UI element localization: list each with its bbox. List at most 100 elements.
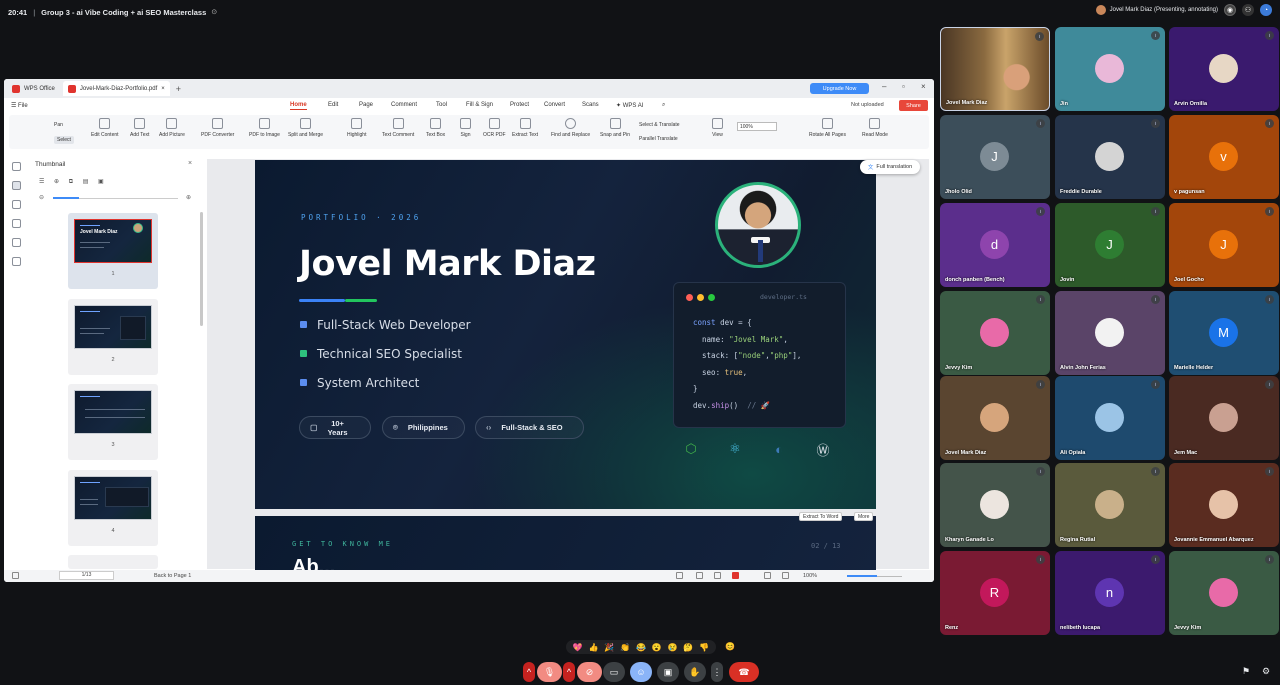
settings-icon[interactable] [12,257,21,266]
participant-tile[interactable]: R ≀ Renz [940,551,1050,635]
zoom-select[interactable]: 100% [737,122,777,131]
extract-text-button[interactable]: Extract Text [512,118,538,138]
new-tab-icon[interactable]: + [176,84,181,94]
continuous-icon[interactable] [732,572,739,579]
pdf-converter-button[interactable]: PDF Converter [201,118,234,138]
read-mode-button[interactable]: Read Mode [862,118,888,138]
participant-tile[interactable]: d ≀ donch panben (Bench) [940,203,1050,287]
sidebar-toggle-icon[interactable] [12,572,19,579]
edit-content-button[interactable]: Edit Content [91,118,119,138]
select-translate-button[interactable]: Select & Translate [639,122,680,128]
participant-tile[interactable]: ≀ Kharyn Ganade Lo [940,463,1050,547]
thumbnail-scrollbar[interactable] [200,212,203,326]
extract-to-word-button[interactable]: Extract To Word [799,512,843,521]
sign-button[interactable]: Sign [460,118,471,138]
attachment-icon[interactable] [12,219,21,228]
menu-home[interactable]: Home [290,102,307,110]
activities-icon[interactable]: ⚑ [1242,666,1250,677]
snap-pin-button[interactable]: Snap and Pin [600,118,630,138]
reaction-emoji[interactable]: 🤔 [683,643,693,652]
participant-tile[interactable]: ≀ Ali Opiala [1055,376,1165,460]
share-button[interactable]: Share [899,100,928,111]
crop-icon[interactable] [782,572,789,579]
participant-tile[interactable]: M ≀ Marielle Helder [1169,291,1279,375]
camera-options-icon[interactable]: ^ [563,662,575,682]
pan-tool[interactable]: Pan [54,122,63,128]
info-icon[interactable]: ⊙ [211,8,217,16]
participant-tile[interactable]: ≀ Jevvy Kim [940,291,1050,375]
thumbnail-page-1[interactable]: Jovel Mark Diaz 1 [68,213,158,289]
thumbnail-icon[interactable] [12,181,21,190]
back-to-page-link[interactable]: Back to Page 1 [154,573,191,579]
menu-tool[interactable]: Tool [436,102,447,108]
participant-tile[interactable]: ≀ Jovel Mark Diaz [940,27,1050,111]
captions-icon[interactable]: ▭ [603,662,625,682]
menu-convert[interactable]: Convert [544,102,565,108]
pdf-to-image-button[interactable]: PDF to Image [249,118,280,138]
participant-tile[interactable]: ≀ Alvin John Ferias [1055,291,1165,375]
close-panel-icon[interactable]: × [188,160,192,167]
participant-tile[interactable]: n ≀ nelibeth lucapa [1055,551,1165,635]
emoji-reaction-extra[interactable]: 😊 [725,642,735,651]
host-controls-icon[interactable]: ⚙ [1262,666,1270,677]
thumbnail-page-3[interactable]: 3 [68,384,158,460]
search-icon[interactable]: ⌕ [662,102,665,109]
two-page-icon[interactable] [714,572,721,579]
presenter-chip[interactable]: Jovel Mark Diaz (Presenting, annotating) [1095,5,1218,15]
zoom-in-icon[interactable]: ⊕ [186,194,191,201]
mic-options-icon[interactable]: ^ [523,662,535,682]
participant-tile[interactable]: ≀ Jovel Mark Diaz [940,376,1050,460]
menu-page[interactable]: Page [359,102,373,108]
rotate-all-button[interactable]: Rotate All Pages [809,118,846,138]
file-menu[interactable]: ☰ File [11,102,28,109]
menu-fill-sign[interactable]: Fill & Sign [466,102,493,108]
view-button[interactable]: View [712,118,723,138]
record-icon[interactable]: ◉ [1224,4,1236,16]
close-window-icon[interactable]: × [921,82,926,91]
participant-tile[interactable]: ≀ Freddie Durable [1055,115,1165,199]
full-translation-button[interactable]: 文 Full translation [860,160,920,174]
tab-close-icon[interactable]: × [161,86,165,92]
bookmark-icon[interactable] [12,162,21,171]
thumbnail-zoom-slider[interactable]: ⊖ ⊕ [39,194,199,202]
find-replace-button[interactable]: Find and Replace [551,118,590,138]
maximize-icon[interactable]: ▫ [902,82,905,91]
fit-width-icon[interactable] [676,572,683,579]
tab-wps-office[interactable]: WPS Office [7,81,60,96]
more-options-icon[interactable]: ⋮ [711,662,723,682]
participant-tile[interactable]: v ≀ v pagunsan [1169,115,1279,199]
participant-tile[interactable]: ≀ Jovannie Emmanuel Abarquez [1169,463,1279,547]
tab-portfolio-pdf[interactable]: Jovel-Mark-Diaz-Portfolio.pdf × [62,81,170,96]
fullscreen-icon[interactable] [764,572,771,579]
split-merge-button[interactable]: Split and Merge [288,118,323,138]
participant-tile[interactable]: ≀ Arvin Ornilla [1169,27,1279,111]
mic-off-icon[interactable]: 🎙 [537,662,562,682]
add-picture-button[interactable]: Add Picture [159,118,185,138]
reaction-emoji[interactable]: 👏 [620,643,630,652]
text-box-button[interactable]: Text Box [426,118,445,138]
end-call-icon[interactable]: ☎ [729,662,759,682]
thumbnail-page-2[interactable]: 2 [68,299,158,375]
raise-hand-icon[interactable]: ✋ [684,662,706,682]
menu-wps-ai[interactable]: ✦ WPS AI [616,102,643,109]
participant-tile[interactable]: ≀ Jem Mac [1169,376,1279,460]
reaction-emoji[interactable]: 😢 [667,643,677,652]
participant-tile[interactable]: ≀ Jevvy Kim [1169,551,1279,635]
participant-tile[interactable]: ≀ Regina Rutial [1055,463,1165,547]
select-tool[interactable]: Select [54,136,74,144]
page-number-input[interactable]: 1/13 [59,571,114,580]
zoom-out-icon[interactable]: ⊖ [39,194,44,201]
present-icon[interactable]: ▣ [657,662,679,682]
thumbnail-page-4[interactable]: 4 [68,470,158,546]
upgrade-button[interactable]: Upgrade Now [810,83,869,94]
participant-tile[interactable]: J ≀ Joel Gocho [1169,203,1279,287]
menu-edit[interactable]: Edit [328,102,338,108]
reaction-emoji[interactable]: 😮 [652,643,662,652]
participant-tile[interactable]: J ≀ Jholo Olid [940,115,1050,199]
more-button[interactable]: More [854,512,874,521]
menu-comment[interactable]: Comment [391,102,417,108]
reaction-emoji[interactable]: 😂 [636,643,646,652]
account-avatar[interactable]: ◔ [1260,4,1272,16]
reaction-emoji[interactable]: 🎉 [604,643,614,652]
menu-scans[interactable]: Scans [582,102,599,108]
